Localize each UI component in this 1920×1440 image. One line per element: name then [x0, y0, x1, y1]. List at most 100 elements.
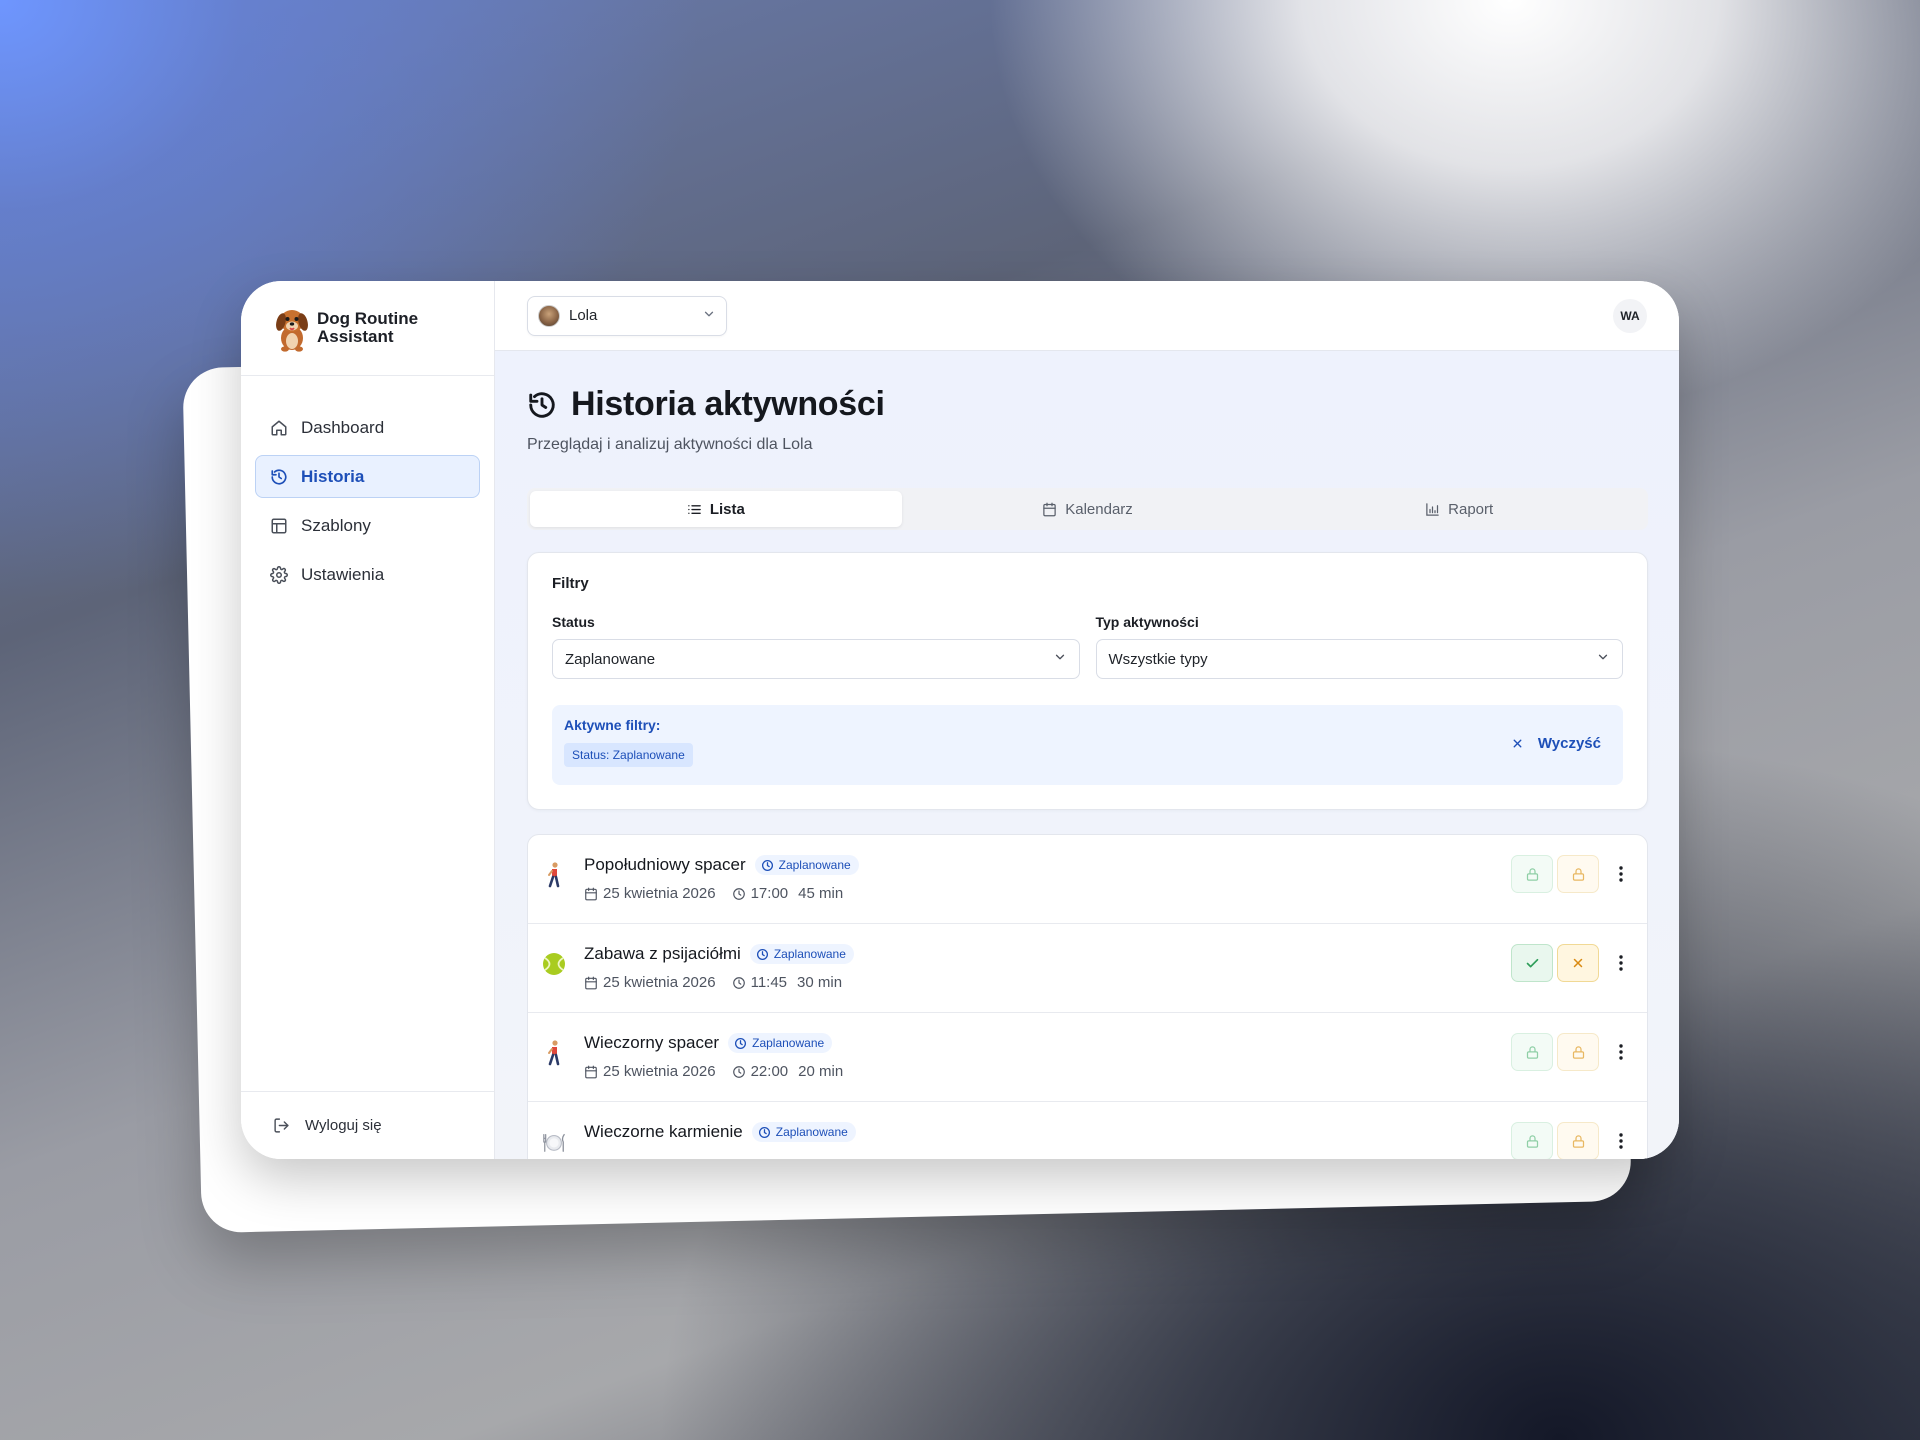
close-icon: [1573, 958, 1583, 968]
activity-list: Popołudniowy spacer Zaplanowane 25 kwiet…: [527, 834, 1648, 1159]
status-badge-label: Zaplanowane: [752, 1036, 825, 1050]
gear-icon: [269, 565, 289, 585]
kebab-icon: [1619, 866, 1623, 882]
clock-icon: [761, 859, 774, 872]
dog-selector[interactable]: Lola: [527, 295, 727, 336]
lock-icon: [1526, 1045, 1538, 1059]
sidebar-item-label: Szablony: [301, 515, 371, 535]
more-options-button[interactable]: [1609, 855, 1633, 893]
activity-title: Wieczorny spacer: [584, 1033, 720, 1052]
activity-actions: [1507, 1033, 1633, 1071]
status-badge: Zaplanowane: [749, 944, 854, 964]
home-icon: [269, 418, 289, 438]
clock-icon: [758, 1126, 771, 1139]
lock-icon: [1526, 867, 1538, 881]
activity-duration: 45 min: [798, 885, 844, 902]
sidebar-item-ustawienia[interactable]: Ustawienia: [255, 553, 480, 596]
chevron-down-icon: [1053, 650, 1067, 668]
chevron-down-icon: [702, 307, 716, 325]
sidebar-item-label: Dashboard: [301, 417, 385, 437]
calendar-icon: [1042, 502, 1057, 517]
dog-logo-icon: [276, 310, 308, 352]
logout-icon: [271, 1116, 291, 1136]
more-options-button[interactable]: [1609, 1122, 1633, 1159]
status-badge: Zaplanowane: [751, 1122, 856, 1142]
status-badge-label: Zaplanowane: [778, 858, 851, 872]
plate-cutlery-icon: [542, 1128, 566, 1156]
logout-button[interactable]: Wyloguj się: [241, 1091, 494, 1159]
main: Lola WA Historia aktywności Przeglądaj i…: [495, 281, 1679, 1159]
activity-date: 25 kwietnia 2026: [603, 974, 716, 991]
activity-title: Popołudniowy spacer: [584, 855, 746, 874]
dog-avatar: [538, 304, 560, 327]
complete-locked-button[interactable]: [1511, 855, 1553, 893]
list-item[interactable]: Wieczorny spacer Zaplanowane 25 kwietnia…: [528, 1013, 1647, 1102]
lock-icon: [1572, 867, 1584, 881]
active-filters-label: Aktywne filtry:: [564, 717, 661, 733]
tab-kalendarz[interactable]: Kalendarz: [902, 491, 1274, 527]
skip-locked-button[interactable]: [1557, 1122, 1599, 1159]
user-avatar[interactable]: WA: [1613, 298, 1647, 333]
type-select[interactable]: Wszystkie typy: [1095, 639, 1623, 679]
sidebar: Dog Routine Assistant Dashboard Historia…: [241, 281, 495, 1159]
activity-meta: 25 kwietnia 2026 11:45 30 min: [584, 974, 1647, 991]
status-filter: Status Zaplanowane: [552, 614, 1080, 679]
complete-locked-button[interactable]: [1511, 1033, 1553, 1071]
sidebar-nav: Dashboard Historia Szablony Ustawienia: [241, 376, 494, 602]
status-select-value: Zaplanowane: [565, 650, 656, 668]
skip-button[interactable]: [1557, 944, 1599, 982]
list-item[interactable]: Zabawa z psijaciółmi Zaplanowane 25 kwie…: [528, 924, 1647, 1013]
sidebar-item-szablony[interactable]: Szablony: [255, 504, 480, 547]
filters-card: Filtry Status Zaplanowane Typ aktywności: [527, 552, 1648, 810]
more-options-button[interactable]: [1609, 1033, 1633, 1071]
walking-person-icon: [542, 1039, 566, 1067]
page-title: Historia aktywności: [571, 385, 885, 423]
activity-duration: 20 min: [798, 1063, 844, 1080]
tennis-ball-icon: [542, 950, 566, 978]
check-icon: [1526, 958, 1538, 967]
page-subtitle: Przeglądaj i analizuj aktywności dla Lol…: [527, 436, 813, 453]
activity-title: Wieczorne karmienie: [584, 1122, 743, 1141]
tab-label: Kalendarz: [1065, 500, 1133, 518]
complete-locked-button[interactable]: [1511, 1122, 1553, 1159]
tab-lista[interactable]: Lista: [530, 491, 902, 527]
status-select[interactable]: Zaplanowane: [552, 639, 1080, 679]
view-tabs: Lista Kalendarz Raport: [527, 488, 1648, 530]
list-icon: [687, 502, 702, 517]
app-window: Dog Routine Assistant Dashboard Historia…: [241, 281, 1679, 1159]
sidebar-item-historia[interactable]: Historia: [255, 455, 480, 498]
sidebar-item-label: Ustawienia: [301, 564, 385, 584]
history-icon: [269, 467, 289, 487]
activity-duration: 30 min: [797, 974, 843, 991]
walking-person-icon: [542, 861, 566, 889]
list-item[interactable]: Wieczorne karmienie Zaplanowane: [528, 1102, 1647, 1159]
kebab-icon: [1619, 955, 1623, 971]
activity-date: 25 kwietnia 2026: [603, 885, 716, 902]
clock-icon: [732, 887, 746, 901]
filter-chip[interactable]: Status: Zaplanowane: [564, 743, 693, 767]
status-badge-label: Zaplanowane: [773, 947, 846, 961]
tab-label: Lista: [709, 500, 745, 518]
kebab-icon: [1619, 1133, 1623, 1149]
clock-icon: [756, 948, 769, 961]
status-filter-label: Status: [552, 614, 595, 630]
skip-locked-button[interactable]: [1557, 855, 1599, 893]
activity-time: 22:00: [750, 1063, 789, 1080]
skip-locked-button[interactable]: [1557, 1033, 1599, 1071]
more-options-button[interactable]: [1609, 944, 1633, 982]
status-badge: Zaplanowane: [728, 1033, 833, 1053]
activity-meta: 25 kwietnia 2026 22:00 20 min: [584, 1063, 1647, 1080]
clock-icon: [734, 1037, 747, 1050]
mark-done-button[interactable]: [1511, 944, 1553, 982]
brand-name: Dog Routine Assistant: [317, 309, 419, 346]
filters-title: Filtry: [552, 575, 589, 592]
filter-row: Status Zaplanowane Typ aktywności Wszyst…: [552, 614, 1623, 679]
sidebar-item-dashboard[interactable]: Dashboard: [255, 406, 480, 449]
brand[interactable]: Dog Routine Assistant: [241, 281, 494, 376]
clear-filters-label: Wyczyść: [1537, 735, 1601, 752]
tab-raport[interactable]: Raport: [1273, 491, 1645, 527]
chevron-down-icon: [1596, 650, 1610, 668]
activity-title: Zabawa z psijaciółmi: [584, 944, 741, 963]
list-item[interactable]: Popołudniowy spacer Zaplanowane 25 kwiet…: [528, 835, 1647, 924]
clear-filters-button[interactable]: Wyczyść: [1511, 735, 1601, 752]
